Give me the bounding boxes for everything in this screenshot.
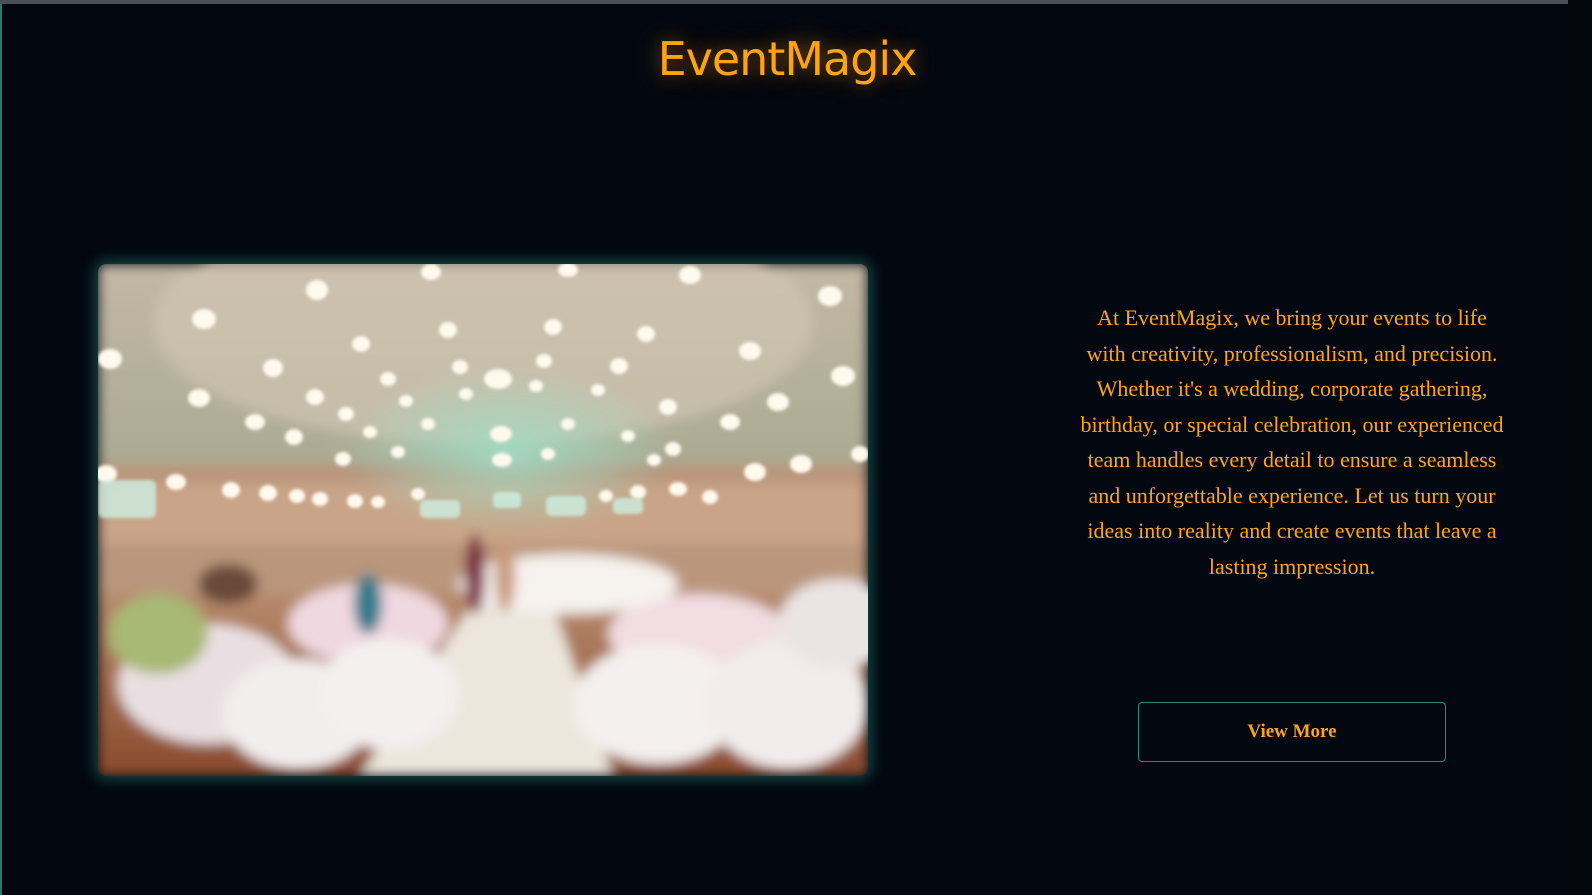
window-left-border [0, 4, 2, 895]
scrollbar-track[interactable] [1568, 0, 1592, 895]
brand-title: EventMagix [657, 32, 918, 86]
view-more-button[interactable]: View More [1138, 702, 1446, 762]
window-top-border [0, 0, 1592, 4]
about-description: At EventMagix, we bring your events to l… [1080, 305, 1504, 579]
event-hall-image [98, 264, 868, 776]
